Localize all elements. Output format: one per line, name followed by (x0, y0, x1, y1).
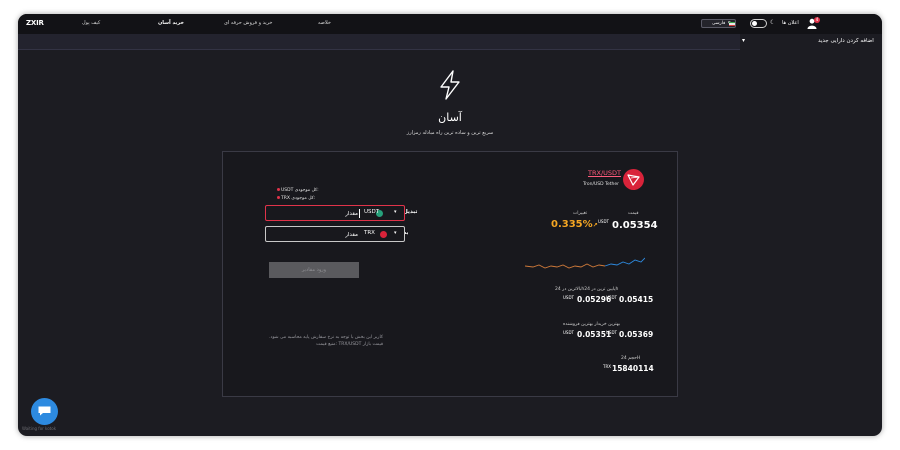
chat-icon (38, 406, 51, 416)
theme-toggle[interactable] (750, 19, 767, 28)
easy-trade-panel: TRX/USDT Tron/USD Tether قیمت تغییرات US… (222, 151, 678, 397)
chevron-down-icon[interactable]: ▾ (394, 230, 397, 236)
chevron-down-icon[interactable]: ▾ (394, 209, 397, 215)
chevron-down-icon[interactable]: ▾ (742, 37, 745, 44)
usdt-balance: USDT کل موجودی: (277, 188, 319, 193)
from-amount-input[interactable] (316, 209, 358, 218)
nav-wallet[interactable]: کیف پول (82, 20, 100, 26)
from-label: تبدیل (403, 209, 418, 215)
toggle-knob (752, 21, 757, 26)
best-bid-value: 0.05369 (619, 330, 654, 339)
to-amount-input[interactable] (316, 230, 358, 239)
submit-button[interactable]: ورود مقادیر (269, 262, 359, 278)
ask-unit: USDT (563, 330, 574, 335)
bid-ask-label: بهترین خریدار بهترین فروشنده (563, 322, 620, 327)
logo[interactable]: ZXIR (26, 19, 44, 27)
notification-badge: 4 (814, 17, 820, 23)
price-unit: USDT (598, 219, 609, 224)
low-value: 0.05296 (577, 295, 612, 304)
to-field: TRX ▾ (265, 226, 405, 242)
app-window: ZXIR کیف پول خرید آسان خرید و فروش حرفه … (18, 14, 882, 436)
top-navbar: ZXIR کیف پول خرید آسان خرید و فروش حرفه … (18, 14, 882, 34)
page-subtitle: سریع ترین و ساده ترین راه مبادله رمزارز (406, 130, 494, 136)
price-note: کاربر این بخش با توجه به نرخ سفارش پایه … (269, 335, 383, 347)
low-unit: USDT (563, 295, 574, 300)
nav-easy-buy[interactable]: خرید آسان (158, 20, 184, 26)
high-low-label: بالاترین در 24hپایین ترین در 24h (555, 287, 619, 292)
chat-caption: Waiting for kotok (22, 426, 57, 431)
price-sparkline (525, 257, 645, 269)
best-ask-value: 0.05351 (577, 330, 612, 339)
input-cursor (359, 209, 360, 218)
trx-coin-icon (380, 231, 387, 238)
nav-pro-trade[interactable]: خرید و فروش حرفه ای (224, 20, 273, 26)
price-label: قیمت (628, 211, 639, 216)
dot-icon (277, 196, 280, 199)
volume-unit: TRX (603, 364, 611, 369)
page-title: آسان (438, 111, 462, 124)
pair-name: Tron/USD Tether (583, 182, 619, 187)
change-percent: 0.335% (551, 219, 593, 230)
price-value: 0.05354 (612, 220, 658, 231)
trend-up-icon: ↗ (592, 222, 598, 229)
from-coin-select[interactable]: USDT (364, 209, 379, 215)
pair-link[interactable]: TRX/USDT (588, 169, 621, 177)
chat-button[interactable] (31, 398, 58, 425)
nav-summary[interactable]: خلاصه (318, 20, 331, 26)
language-select[interactable]: ▾ فارسی (701, 19, 736, 28)
language-label: فارسی (712, 21, 726, 26)
change-label: تغییرات (573, 211, 588, 216)
change-value: 0.335%↗ (551, 219, 598, 230)
sub-header (18, 34, 740, 50)
add-asset-button[interactable]: اضافه کردن دارایی جدید (818, 38, 874, 44)
from-field: USDT ▾ (265, 205, 405, 221)
lightning-icon (440, 70, 460, 100)
volume-label: حجم 24H (621, 356, 641, 361)
moon-icon: ☾ (770, 19, 776, 26)
volume-value: 15840114 (612, 364, 654, 373)
tron-logo-icon (623, 169, 644, 190)
to-coin-select[interactable]: TRX (364, 230, 375, 236)
high-value: 0.05415 (619, 295, 654, 304)
notifications-label[interactable]: اعلان ها (782, 20, 799, 26)
iran-flag-icon (729, 22, 735, 26)
trx-balance: TRX کل موجودی: (277, 196, 315, 201)
dot-icon (277, 188, 280, 191)
